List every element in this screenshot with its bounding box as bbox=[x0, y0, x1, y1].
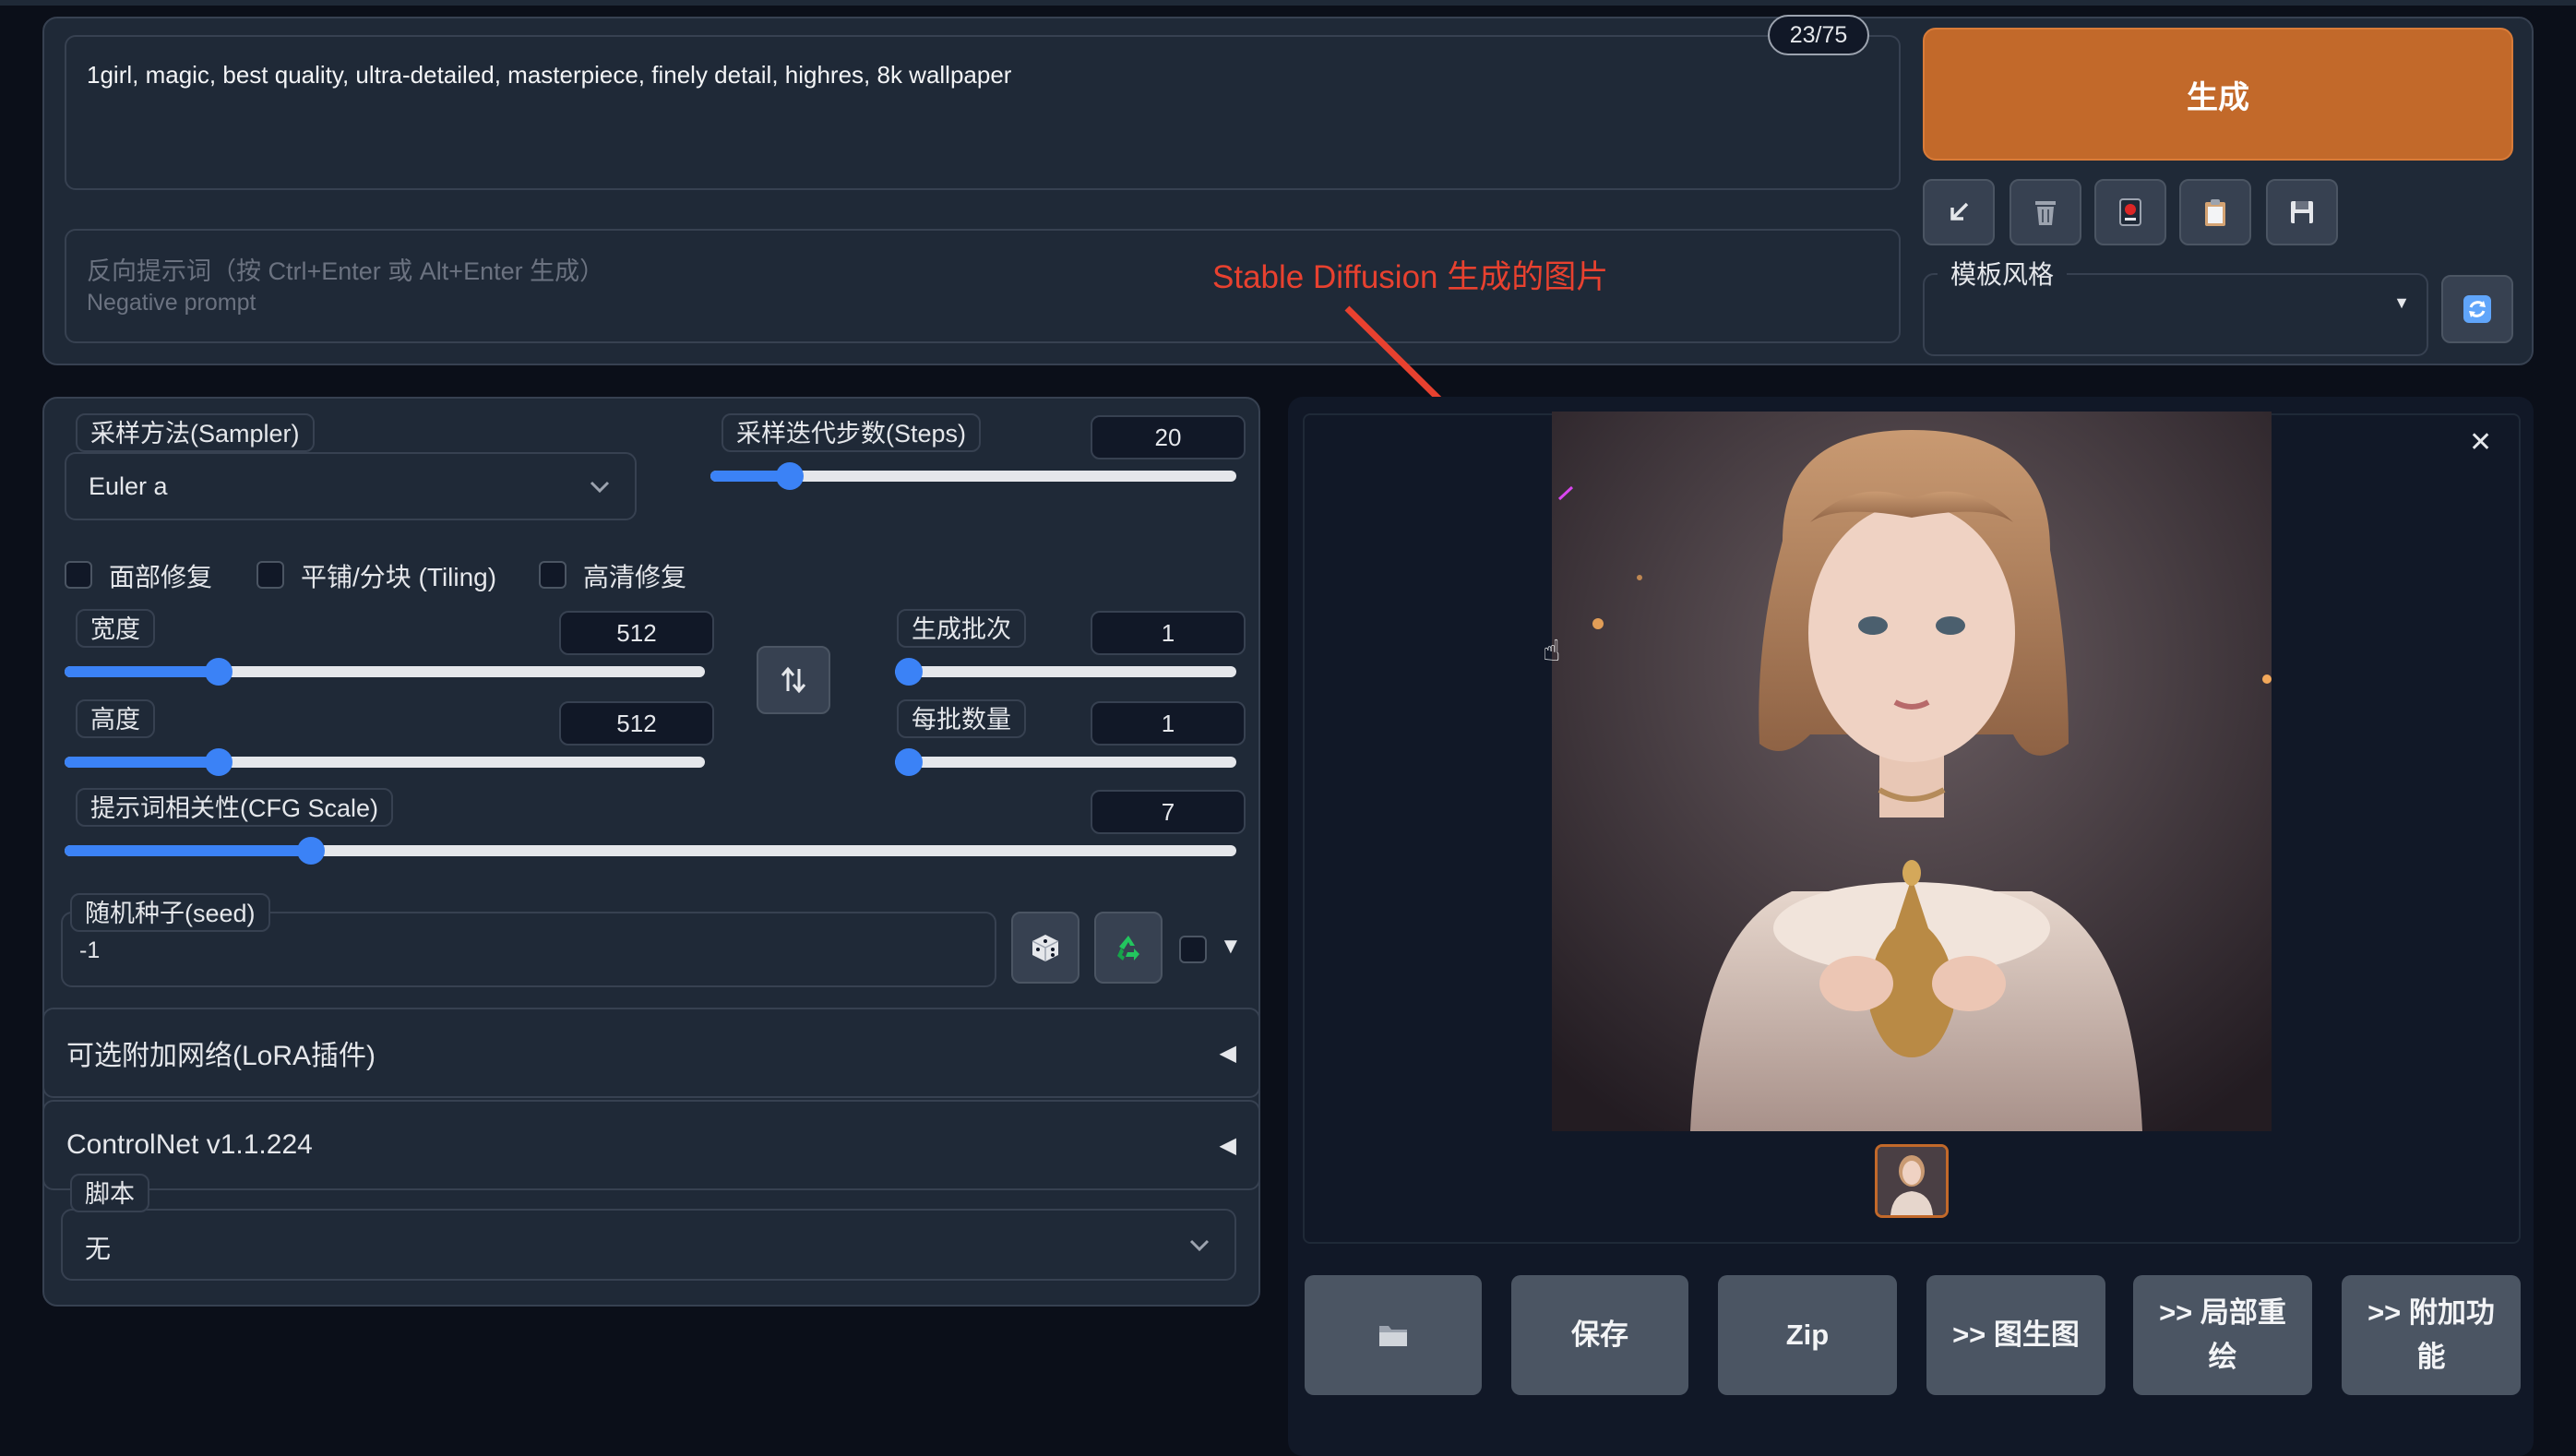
height-slider[interactable] bbox=[65, 748, 705, 776]
batch-size-knob[interactable] bbox=[895, 748, 923, 776]
cfg-input[interactable]: 7 bbox=[1091, 790, 1246, 834]
batch-count-knob[interactable] bbox=[895, 658, 923, 686]
height-knob[interactable] bbox=[204, 748, 233, 776]
hires-fix-label: 高清修复 bbox=[583, 563, 687, 591]
batch-count-label: 生成批次 bbox=[897, 609, 1026, 648]
lora-accordion[interactable]: 可选附加网络(LoRA插件) ◀ bbox=[42, 1008, 1260, 1098]
clipboard-icon[interactable] bbox=[2179, 179, 2251, 245]
batch-size-slider[interactable] bbox=[895, 748, 1236, 776]
collapse-left-icon: ◀ bbox=[1219, 1040, 1236, 1066]
steps-label: 采样迭代步数(Steps) bbox=[722, 413, 982, 452]
script-value: 无 bbox=[85, 1235, 112, 1263]
arrow-down-left-icon[interactable] bbox=[1923, 179, 1995, 245]
steps-input[interactable]: 20 bbox=[1091, 415, 1246, 459]
seed-extra-checkbox[interactable] bbox=[1179, 936, 1207, 963]
batch-count-slider[interactable] bbox=[895, 658, 1236, 686]
width-slider[interactable] bbox=[65, 658, 705, 686]
close-icon[interactable]: ✕ bbox=[2469, 426, 2492, 459]
batch-count-input[interactable]: 1 bbox=[1091, 611, 1246, 655]
collapse-left-icon: ◀ bbox=[1219, 1132, 1236, 1158]
prompt-input[interactable]: 1girl, magic, best quality, ultra-detail… bbox=[65, 35, 1901, 190]
seed-label: 随机种子(seed) bbox=[70, 893, 270, 932]
steps-slider[interactable] bbox=[710, 462, 1236, 490]
extras-label-line1: >> 附加功 bbox=[2367, 1296, 2495, 1329]
top-strip bbox=[0, 0, 2576, 6]
open-folder-button[interactable] bbox=[1305, 1275, 1482, 1395]
height-input[interactable]: 512 bbox=[559, 701, 714, 746]
script-dropdown[interactable]: 无 bbox=[61, 1209, 1236, 1281]
sampler-value: Euler a bbox=[89, 472, 168, 500]
width-input[interactable]: 512 bbox=[559, 611, 714, 655]
lora-label: 可选附加网络(LoRA插件) bbox=[66, 1041, 376, 1071]
tiling-label: 平铺/分块 (Tiling) bbox=[301, 563, 497, 591]
steps-knob[interactable] bbox=[775, 462, 804, 490]
prompt-text: 1girl, magic, best quality, ultra-detail… bbox=[87, 61, 1012, 89]
seed-value: -1 bbox=[79, 937, 101, 963]
seed-extra-toggle-icon[interactable]: ▼ bbox=[1220, 934, 1242, 960]
batch-size-track bbox=[895, 757, 1236, 768]
batch-size-label: 每批数量 bbox=[897, 699, 1026, 738]
save-button[interactable]: 保存 bbox=[1511, 1275, 1688, 1395]
chevron-down-icon bbox=[590, 481, 610, 494]
negative-prompt-input[interactable]: 反向提示词（按 Ctrl+Enter 或 Alt+Enter 生成） Negat… bbox=[65, 229, 1901, 343]
face-restore-label: 面部修复 bbox=[109, 563, 213, 591]
extras-label-line2: 能 bbox=[2416, 1341, 2446, 1373]
cfg-fill bbox=[65, 845, 311, 856]
inpaint-label-line2: 绘 bbox=[2208, 1341, 2237, 1373]
generate-button[interactable]: 生成 bbox=[1923, 28, 2513, 161]
style-label: 模板风格 bbox=[1938, 257, 2068, 293]
send-to-extras-button[interactable]: >> 附加功 能 bbox=[2342, 1275, 2521, 1395]
cursor-icon: ☝ bbox=[1543, 634, 1561, 667]
floppy-disk-icon[interactable] bbox=[2266, 179, 2338, 245]
controlnet-label: ControlNet v1.1.224 bbox=[66, 1129, 313, 1160]
script-label: 脚本 bbox=[70, 1174, 149, 1212]
chevron-down-icon: ▼ bbox=[2393, 293, 2410, 312]
negative-placeholder-line2: Negative prompt bbox=[87, 290, 256, 316]
sampler-dropdown[interactable]: Euler a bbox=[65, 452, 637, 520]
recycle-icon[interactable] bbox=[1094, 912, 1163, 984]
send-to-inpaint-button[interactable]: >> 局部重 绘 bbox=[2133, 1275, 2312, 1395]
cfg-label: 提示词相关性(CFG Scale) bbox=[76, 788, 394, 827]
face-restore-checkbox[interactable] bbox=[65, 561, 92, 589]
gallery-thumbnail[interactable] bbox=[1875, 1144, 1949, 1218]
height-label: 高度 bbox=[76, 699, 155, 738]
batch-count-track bbox=[895, 666, 1236, 677]
tiling-checkbox[interactable] bbox=[256, 561, 284, 589]
sampler-label: 采样方法(Sampler) bbox=[76, 413, 315, 452]
width-label: 宽度 bbox=[76, 609, 155, 648]
red-card-icon[interactable] bbox=[2094, 179, 2166, 245]
controlnet-accordion[interactable]: ControlNet v1.1.224 ◀ bbox=[42, 1100, 1260, 1190]
annotation-text: Stable Diffusion 生成的图片 bbox=[1212, 259, 1609, 295]
folder-icon bbox=[1379, 1326, 1407, 1346]
inpaint-label-line1: >> 局部重 bbox=[2159, 1296, 2286, 1329]
cfg-slider[interactable] bbox=[65, 837, 1236, 865]
dice-icon[interactable] bbox=[1011, 912, 1079, 984]
negative-placeholder-line1: 反向提示词（按 Ctrl+Enter 或 Alt+Enter 生成） bbox=[87, 257, 605, 285]
send-to-img2img-button[interactable]: >> 图生图 bbox=[1926, 1275, 2105, 1395]
chevron-down-icon bbox=[1189, 1239, 1210, 1252]
hires-fix-checkbox[interactable] bbox=[539, 561, 566, 589]
zip-button[interactable]: Zip bbox=[1718, 1275, 1897, 1395]
thumbnail-image bbox=[1878, 1147, 1946, 1215]
cfg-knob[interactable] bbox=[296, 837, 325, 865]
generated-image[interactable] bbox=[1552, 412, 2272, 1131]
swap-icon[interactable] bbox=[757, 646, 830, 714]
token-counter: 23/75 bbox=[1768, 15, 1869, 55]
height-fill bbox=[65, 757, 219, 768]
width-knob[interactable] bbox=[204, 658, 233, 686]
batch-size-input[interactable]: 1 bbox=[1091, 701, 1246, 746]
refresh-icon[interactable] bbox=[2441, 275, 2513, 343]
trash-icon[interactable] bbox=[2010, 179, 2081, 245]
width-fill bbox=[65, 666, 219, 677]
